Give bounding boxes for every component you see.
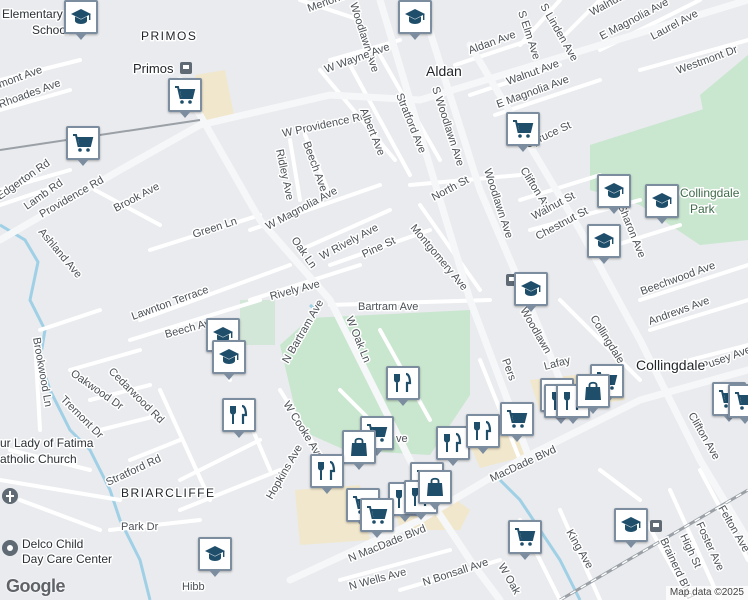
shopping-bag-icon [347,435,371,459]
street-label: Hibb [182,581,205,593]
map-marker[interactable] [576,374,610,414]
map-marker[interactable] [198,537,232,577]
google-logo: Google [6,576,66,596]
school-icon [203,542,227,566]
street-label: King Ave [563,528,595,571]
poi-label-lady-fatima: atholic Church [0,452,77,466]
school-icon [217,345,241,369]
school-icon [619,513,643,537]
street-label: Park Dr [121,521,159,533]
street-label: Albert Ave [357,107,387,158]
school-icon [650,189,674,213]
school-icon [403,5,427,29]
train-station-icon [650,520,662,532]
map-marker[interactable] [64,0,98,40]
place-label-aldan: Aldan [426,63,462,79]
shopping-bag-icon [423,475,447,499]
map-marker[interactable] [436,426,470,466]
place-label-primos: Primos [133,61,174,76]
shopping-cart-icon [173,83,197,107]
street-label: Ashland Ave [36,226,84,280]
street-label: W Magnolia Ave [264,185,340,233]
shopping-cart-icon [513,525,537,549]
map-marker[interactable] [310,454,344,494]
school-icon [592,229,616,253]
street-label: Rively Ave [269,278,322,303]
street-label: Collingdale [587,313,626,366]
school-icon [69,5,93,29]
church-icon [2,488,18,504]
poi-label-delco: Delco Child [22,537,83,551]
map-marker[interactable] [587,224,621,264]
street-label: Brook Ave [112,181,162,215]
map-marker[interactable] [466,414,500,454]
map-marker[interactable] [514,272,548,312]
daycare-icon [2,540,18,556]
shopping-cart-icon [71,131,95,155]
restaurant-icon [471,419,495,443]
map-marker[interactable] [506,112,540,152]
poi-label-delco: Day Care Center [22,552,112,566]
map-marker[interactable] [728,384,748,424]
map-marker[interactable] [508,520,542,560]
street-label: Beech Ave [300,140,329,193]
street-label: Brookwood Ln [30,336,54,407]
poi-label-collingdale-park: Collingdale [680,186,740,200]
map-marker[interactable] [222,398,256,438]
place-label-collingdale: Collingdale [636,357,705,373]
map-marker[interactable] [500,402,534,442]
map-marker[interactable] [597,174,631,214]
shopping-cart-icon [511,117,535,141]
restaurant-icon [227,403,251,427]
poi-label-collingdale-park: Park [690,202,716,216]
restaurant-icon [315,459,339,483]
street-label: Bartram Ave [358,301,418,313]
place-label-primos-area: PRIMOS [141,29,197,43]
train-station-icon [180,62,192,74]
street-label: W Providence Rd [281,110,367,140]
poi-label-elementary: Elementary [2,7,63,21]
school-icon [602,179,626,203]
shopping-bag-icon [581,379,605,403]
shopping-cart-icon [365,503,389,527]
street-label: S Elm Ave [515,9,542,61]
map-marker[interactable] [645,184,679,224]
map-marker[interactable] [418,470,452,510]
restaurant-icon [391,371,415,395]
restaurant-icon [441,431,465,455]
map-marker[interactable] [614,508,648,548]
map-marker[interactable] [398,0,432,40]
map-marker[interactable] [342,430,376,470]
map-attribution[interactable]: Map data ©2025 [665,586,748,600]
map-marker[interactable] [212,340,246,380]
street-label: W Oak [495,562,522,598]
map-marker[interactable] [168,78,202,118]
place-label-briarcliffe: BRIARCLIFFE [121,486,216,500]
street-label: Green Ln [191,215,238,241]
map-marker[interactable] [360,498,394,538]
school-icon [519,277,543,301]
street-label: ve [396,433,408,445]
map-marker[interactable] [386,366,420,406]
shopping-cart-icon [733,389,748,413]
shopping-cart-icon [505,407,529,431]
poi-label-lady-fatima: ur Lady of Fatima [0,436,94,450]
map-marker[interactable] [66,126,100,166]
